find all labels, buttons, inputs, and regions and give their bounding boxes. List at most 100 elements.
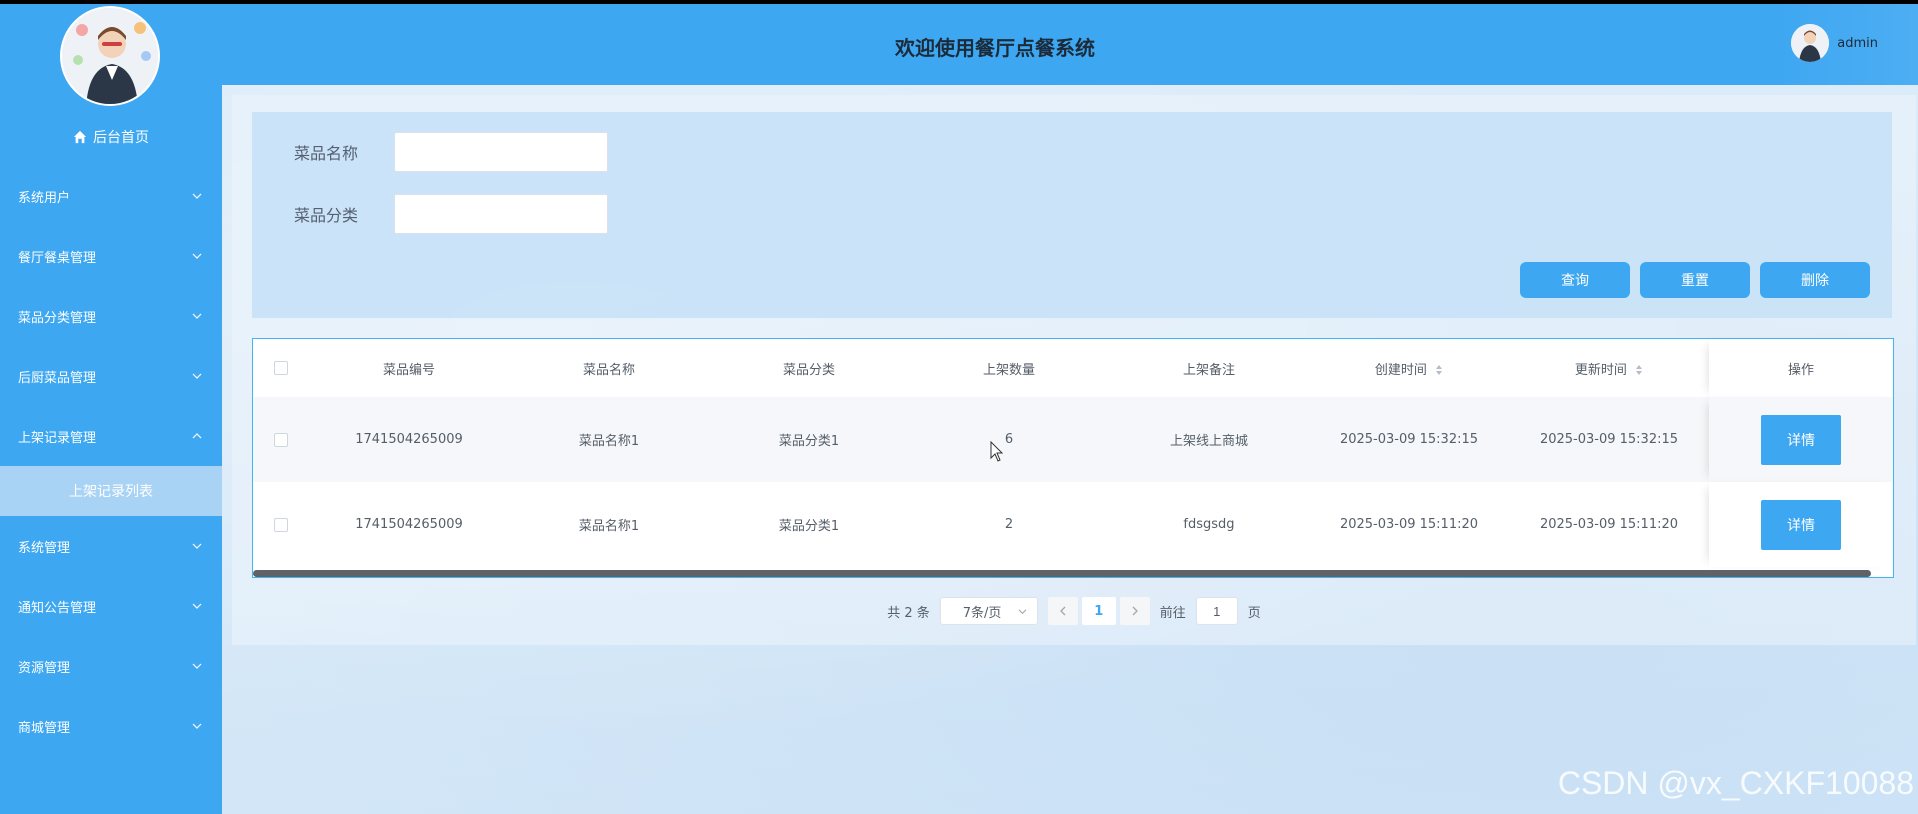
total-count: 共 2 条 [887,605,930,621]
column-header-updated[interactable]: 更新时间 [1509,339,1709,397]
cell-name: 菜品名称1 [578,519,640,534]
page-size-select[interactable]: 7条/页 [939,597,1038,625]
page-number-current[interactable]: 1 [1081,597,1116,625]
chevron-down-icon [192,663,202,669]
username: admin [1837,35,1878,51]
dish-name-input[interactable] [394,132,608,172]
sidebar-subitem-label: 上架记录列表 [69,484,153,500]
avatar-illustration-icon [1791,24,1830,62]
column-header-created[interactable]: 创建时间 [1309,339,1509,397]
table-header-row: 菜品编号 菜品名称 菜品分类 上架数量 上架备注 创建时间 更新时间 操作 [253,339,1893,397]
column-header: 菜品名称 [582,362,635,378]
prev-page-button[interactable] [1047,597,1078,625]
avatar [60,6,160,106]
dish-category-input[interactable] [394,194,608,234]
sidebar-item-label: 上架记录管理 [18,430,97,446]
sidebar-item-table-management[interactable]: 餐厅餐桌管理 [0,226,222,286]
sort-icon[interactable] [1635,364,1643,376]
chevron-down-icon [192,193,202,199]
sidebar-item-label: 后厨菜品管理 [18,370,97,386]
avatar-illustration-icon [62,8,158,104]
home-icon [73,130,87,144]
detail-button[interactable]: 详情 [1761,499,1841,550]
cell-created: 2025-03-09 15:32:15 [1339,432,1479,447]
sidebar-item-dish-category[interactable]: 菜品分类管理 [0,286,222,346]
dish-category-label: 菜品分类 [294,206,359,225]
cell-name: 菜品名称1 [578,434,640,449]
query-button[interactable]: 查询 [1520,262,1630,298]
cell-remark: fdsgsdg [1183,517,1235,532]
dish-name-label: 菜品名称 [294,144,359,163]
sidebar-item-listing-records[interactable]: 上架记录管理 [0,406,222,466]
sidebar-item-label: 商城管理 [18,720,71,736]
sidebar-subitem-listing-record-list[interactable]: 上架记录列表 [0,466,222,516]
page-title: 欢迎使用餐厅点餐系统 [895,36,1095,60]
mouse-cursor-icon [990,441,1004,462]
sidebar-home-link[interactable]: 后台首页 [0,122,222,152]
delete-button[interactable]: 删除 [1760,262,1870,298]
chevron-up-icon [192,433,202,439]
select-all-cell [253,339,309,397]
column-header: 上架备注 [1182,362,1235,378]
sidebar-item-label: 资源管理 [18,660,71,676]
sidebar-item-kitchen-dishes[interactable]: 后厨菜品管理 [0,346,222,406]
cell-action: 详情 [1709,397,1893,482]
column-header: 操作 [1709,339,1893,397]
sort-icon[interactable] [1435,364,1443,376]
cell-category: 菜品分类1 [778,519,840,534]
goto-label: 前往 [1159,605,1186,621]
pagination: 共 2 条 7条/页 1 前往 页 [0,596,1918,626]
sidebar-item-system-management[interactable]: 系统管理 [0,516,222,576]
chevron-down-icon [1018,608,1027,614]
sidebar-item-label: 菜品分类管理 [18,310,97,326]
sidebar-item-resources[interactable]: 资源管理 [0,636,222,696]
cell-remark: 上架线上商城 [1169,434,1248,449]
chevron-down-icon [192,723,202,729]
chevron-down-icon [192,543,202,549]
search-panel: 菜品名称 菜品分类 查询 重置 删除 [252,112,1892,318]
chevron-down-icon [192,313,202,319]
row-checkbox[interactable] [274,432,288,447]
sidebar-menu: 系统用户 餐厅餐桌管理 菜品分类管理 后厨菜品管理 上架记录管理 上架记录列表 [0,166,222,756]
cell-category: 菜品分类1 [778,434,840,449]
row-checkbox[interactable] [274,517,288,532]
next-page-button[interactable] [1119,597,1150,625]
chevron-down-icon [192,253,202,259]
horizontal-scrollbar[interactable] [253,570,1871,577]
detail-button[interactable]: 详情 [1761,414,1841,465]
records-table: 菜品编号 菜品名称 菜品分类 上架数量 上架备注 创建时间 更新时间 操作 17… [252,338,1894,578]
sidebar-item-label: 餐厅餐桌管理 [18,250,97,266]
column-header: 菜品分类 [782,362,835,378]
sidebar-item-mall[interactable]: 商城管理 [0,696,222,756]
table-row: 1741504265009 菜品名称1 菜品分类1 6 上架线上商城 2025-… [253,397,1893,482]
sidebar-item-system-users[interactable]: 系统用户 [0,166,222,226]
row-select-cell [253,482,309,567]
app-window: 后台首页 系统用户 餐厅餐桌管理 菜品分类管理 后厨菜品管理 上架记录管理 上架… [0,4,1918,814]
sidebar-item-label: 系统管理 [18,540,71,556]
cell-action: 详情 [1709,482,1893,567]
chevron-right-icon [1132,606,1138,616]
column-header: 上架数量 [982,362,1035,378]
reset-button[interactable]: 重置 [1640,262,1750,298]
chevron-down-icon [192,373,202,379]
sidebar: 后台首页 系统用户 餐厅餐桌管理 菜品分类管理 后厨菜品管理 上架记录管理 上架… [0,4,222,814]
row-select-cell [253,397,309,482]
page-suffix: 页 [1247,605,1261,621]
goto-page-input[interactable] [1195,597,1238,625]
column-header-label: 创建时间 [1374,362,1427,378]
page-controls: 1 [1047,597,1150,625]
user-avatar [1791,24,1830,62]
cell-id: 1741504265009 [355,517,463,532]
user-menu[interactable]: admin [1791,24,1878,62]
column-header: 菜品编号 [382,362,435,378]
top-header: 欢迎使用餐厅点餐系统 admin [222,4,1918,85]
cell-quantity: 6 [1004,432,1014,447]
select-all-checkbox[interactable] [274,361,288,375]
cell-updated: 2025-03-09 15:11:20 [1539,517,1679,532]
table-row: 1741504265009 菜品名称1 菜品分类1 2 fdsgsdg 2025… [253,482,1893,567]
sidebar-home-label: 后台首页 [93,130,149,146]
cell-updated: 2025-03-09 15:32:15 [1539,432,1679,447]
column-header-label: 更新时间 [1574,362,1627,378]
chevron-left-icon [1059,606,1066,616]
form-row-dish-category: 菜品分类 [294,194,608,234]
